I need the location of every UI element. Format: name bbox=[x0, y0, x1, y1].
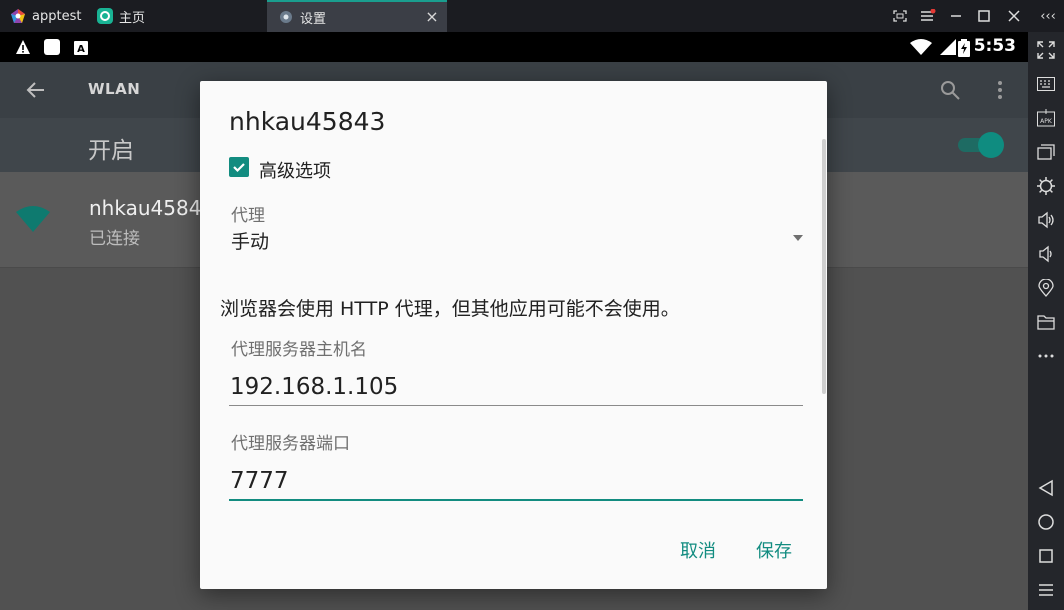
volume-down-icon[interactable] bbox=[1036, 244, 1056, 264]
back-arrow-icon[interactable] bbox=[24, 78, 48, 102]
collapse-sidebar-icon[interactable]: ‹‹‹ bbox=[1036, 8, 1060, 24]
tab-label: 设置 bbox=[300, 11, 327, 27]
cancel-button[interactable]: 取消 bbox=[680, 537, 716, 563]
more-tools-icon[interactable] bbox=[1036, 346, 1056, 366]
advanced-options-checkbox[interactable] bbox=[229, 157, 249, 177]
keyboard-a-icon: A bbox=[74, 40, 90, 56]
location-icon[interactable] bbox=[1036, 278, 1056, 298]
save-button[interactable]: 保存 bbox=[756, 537, 792, 563]
close-window-icon[interactable] bbox=[1006, 8, 1022, 24]
svg-text:APK: APK bbox=[1040, 118, 1053, 125]
tab-apptest[interactable]: apptest bbox=[10, 0, 90, 32]
menu-icon[interactable] bbox=[920, 8, 936, 24]
proxy-host-caption: 代理服务器主机名 bbox=[231, 340, 367, 360]
android-status-bar: A 5:53 bbox=[0, 32, 1028, 62]
proxy-mode-value: 手动 bbox=[231, 231, 270, 253]
warning-icon bbox=[15, 39, 31, 55]
proxy-notice-text: 浏览器会使用 HTTP 代理，但其他应用可能不会使用。 bbox=[220, 298, 680, 320]
notification-square-icon bbox=[44, 39, 60, 55]
dialog-scrollbar[interactable] bbox=[822, 139, 826, 394]
network-status: 已连接 bbox=[89, 229, 140, 249]
wlan-toggle-thumb[interactable] bbox=[978, 132, 1004, 158]
more-options-icon[interactable] bbox=[990, 78, 1010, 102]
wifi-strength-icon bbox=[16, 206, 50, 232]
fullscreen-toggle-icon[interactable] bbox=[892, 8, 908, 24]
emulator-side-toolbar: APK bbox=[1028, 32, 1064, 610]
proxy-port-input[interactable] bbox=[229, 461, 803, 501]
close-tab-icon[interactable]: × bbox=[425, 9, 439, 25]
minimize-icon[interactable] bbox=[948, 8, 964, 24]
apk-install-icon[interactable]: APK bbox=[1036, 108, 1056, 128]
cell-signal-icon bbox=[936, 39, 956, 55]
keyboard-icon[interactable] bbox=[1036, 74, 1056, 94]
proxy-port-caption: 代理服务器端口 bbox=[231, 434, 350, 454]
network-name: nhkau45843 bbox=[89, 196, 215, 220]
svg-text:A: A bbox=[77, 44, 85, 55]
tab-label: apptest bbox=[32, 8, 82, 24]
proxy-port-underline bbox=[229, 499, 803, 501]
nav-back-icon[interactable] bbox=[1036, 478, 1056, 498]
settings-icon[interactable] bbox=[1036, 176, 1056, 196]
proxy-settings-dialog: nhkau45843 高级选项 代理 手动 浏览器会使用 HTTP 代理，但其他… bbox=[200, 81, 827, 589]
tab-settings[interactable]: 设置 × bbox=[267, 0, 447, 32]
maximize-icon[interactable] bbox=[976, 8, 992, 24]
tab-home[interactable]: 主页 bbox=[97, 0, 177, 32]
volume-up-icon[interactable] bbox=[1036, 210, 1056, 230]
home-app-icon bbox=[97, 8, 113, 24]
battery-charging-icon bbox=[958, 39, 970, 57]
apptest-logo-icon bbox=[10, 8, 26, 24]
proxy-host-underline bbox=[229, 405, 803, 406]
proxy-host-input[interactable] bbox=[229, 367, 803, 407]
proxy-caption: 代理 bbox=[231, 206, 265, 226]
checkmark-icon bbox=[233, 163, 245, 173]
multi-window-icon[interactable] bbox=[1036, 142, 1056, 162]
nav-recents-icon[interactable] bbox=[1036, 546, 1056, 566]
status-clock: 5:53 bbox=[973, 36, 1016, 56]
dropdown-arrow-icon bbox=[793, 235, 803, 241]
search-icon[interactable] bbox=[938, 78, 962, 102]
dialog-title: nhkau45843 bbox=[229, 107, 386, 136]
advanced-options-label[interactable]: 高级选项 bbox=[259, 157, 331, 183]
menu-lines-icon[interactable] bbox=[1036, 580, 1056, 600]
settings-gear-icon bbox=[278, 9, 294, 25]
page-title: WLAN bbox=[88, 80, 141, 98]
tab-label: 主页 bbox=[119, 10, 146, 26]
window-titlebar: apptest 主页 设置 × ‹‹‹ bbox=[0, 0, 1064, 32]
nav-home-icon[interactable] bbox=[1036, 512, 1056, 532]
emulator-window: apptest 主页 设置 × ‹‹‹ A 5:53 WLAN 开启 nhkau… bbox=[0, 0, 1064, 610]
wlan-switch-label: 开启 bbox=[88, 138, 134, 164]
fullscreen-icon[interactable] bbox=[1036, 40, 1056, 60]
proxy-mode-dropdown[interactable]: 手动 bbox=[229, 227, 803, 253]
wifi-signal-icon bbox=[910, 39, 932, 55]
folder-icon[interactable] bbox=[1036, 312, 1056, 332]
